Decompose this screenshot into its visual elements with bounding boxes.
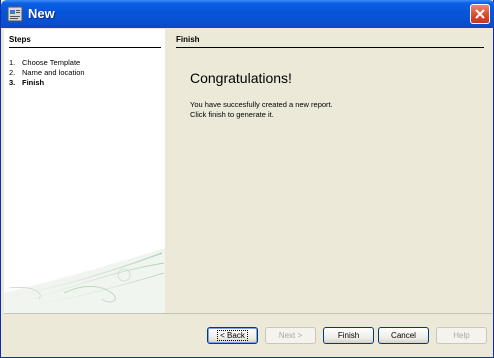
step-label: Name and location <box>22 68 85 77</box>
step-item-current: 3. Finish <box>9 78 85 88</box>
back-button[interactable]: < Back <box>207 327 258 344</box>
message-line: You have succesfully created a new repor… <box>190 100 333 109</box>
step-number: 1. <box>9 58 16 67</box>
section-divider <box>176 47 484 48</box>
back-button-label: < Back <box>217 330 248 341</box>
steps-list: 1. Choose Template 2. Name and location … <box>9 58 85 88</box>
step-number: 3. <box>9 78 16 87</box>
content-panel: Finish Congratulations! You have succesf… <box>166 29 492 313</box>
close-button[interactable] <box>470 4 490 24</box>
section-title: Finish <box>176 35 200 44</box>
cancel-button[interactable]: Cancel <box>378 327 429 344</box>
steps-panel: Steps 1. Choose Template 2. Name and loc… <box>4 29 165 313</box>
decorative-swirl-graphic <box>4 248 165 313</box>
title-bar[interactable]: New <box>1 0 494 28</box>
step-label: Finish <box>22 78 45 87</box>
step-label: Choose Template <box>22 58 81 67</box>
next-button[interactable]: Next > <box>265 327 316 344</box>
success-message: You have succesfully created a new repor… <box>190 100 333 120</box>
message-line: Click finish to generate it. <box>190 110 274 119</box>
help-button[interactable]: Help <box>436 327 487 344</box>
close-icon <box>475 9 485 19</box>
button-bar: < Back Next > Finish Cancel Help <box>4 313 492 355</box>
report-icon <box>7 6 23 22</box>
steps-title: Steps <box>9 35 31 44</box>
step-item: 1. Choose Template <box>9 58 85 68</box>
step-number: 2. <box>9 68 16 77</box>
congratulations-heading: Congratulations! <box>190 70 292 86</box>
step-item: 2. Name and location <box>9 68 85 78</box>
window-title: New <box>28 6 55 21</box>
steps-divider <box>9 47 161 48</box>
finish-button[interactable]: Finish <box>323 327 374 344</box>
new-dialog: New Steps 1. Choose Template 2. Name and… <box>0 0 494 358</box>
